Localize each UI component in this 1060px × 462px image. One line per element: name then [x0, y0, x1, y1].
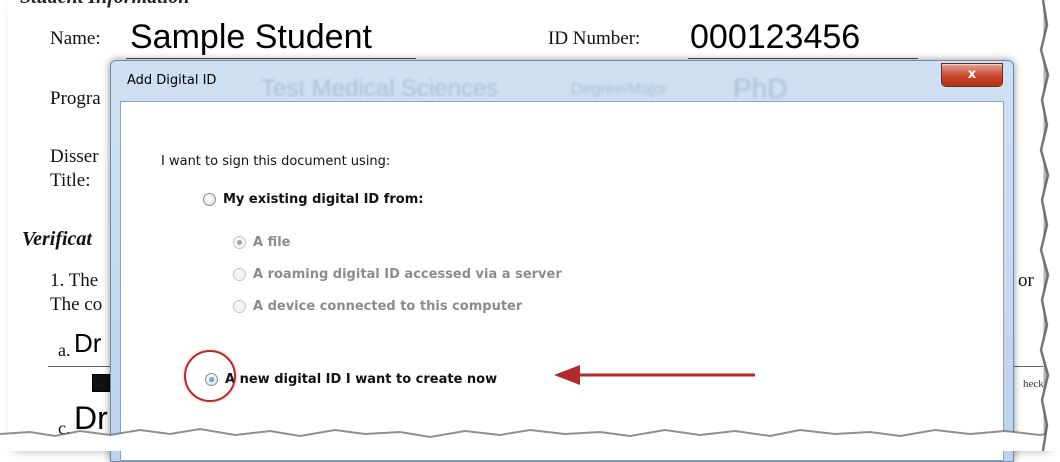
- option-roaming[interactable]: A roaming digital ID accessed via a serv…: [233, 267, 562, 282]
- checkbox-square: [92, 374, 110, 392]
- sign-prompt: I want to sign this document using:: [161, 154, 391, 169]
- annotation-arrow: [554, 365, 755, 385]
- id-number-value: 000123456: [690, 18, 861, 56]
- ghost-degree-label: Degree/Major: [571, 81, 668, 98]
- item1-line2: The co: [50, 294, 103, 315]
- option-device-label: A device connected to this computer: [253, 299, 523, 314]
- name-label: Name:: [50, 28, 101, 49]
- name-underline: [126, 58, 416, 59]
- option-file-label: A file: [253, 235, 291, 250]
- option-roaming-label: A roaming digital ID accessed via a serv…: [253, 267, 562, 282]
- name-value: Sample Student: [130, 18, 372, 56]
- close-button[interactable]: x: [941, 63, 1003, 87]
- radio-device[interactable]: [233, 300, 246, 313]
- item1-right-fragment: or: [1018, 270, 1034, 291]
- line-a-value: Dr: [74, 328, 102, 358]
- item1-line1: 1. The: [50, 270, 99, 291]
- option-existing-id-label: My existing digital ID from:: [223, 192, 424, 207]
- line-a-label: a.: [58, 340, 71, 360]
- dissertation-label: Disser: [50, 146, 99, 167]
- line-c-value: Dr: [74, 400, 108, 436]
- option-new-id[interactable]: A new digital ID I want to create now: [205, 372, 497, 387]
- program-label: Progra: [50, 88, 101, 109]
- line-c-label: c.: [58, 418, 71, 438]
- id-number-label: ID Number:: [548, 28, 641, 49]
- option-device[interactable]: A device connected to this computer: [233, 299, 522, 314]
- section-header: Student Information: [20, 0, 190, 9]
- add-digital-id-dialog: Add Digital ID Test Medical Sciences Deg…: [110, 60, 1014, 462]
- ghost-program-text: Test Medical Sciences: [261, 75, 499, 102]
- dialog-title: Add Digital ID: [127, 73, 217, 88]
- radio-existing-id[interactable]: [203, 193, 216, 206]
- option-file[interactable]: A file: [233, 235, 291, 250]
- right-check-fragment: heck: [1023, 378, 1044, 390]
- highlight-circle: [184, 350, 236, 402]
- option-new-id-label: A new digital ID I want to create now: [225, 372, 498, 387]
- radio-file[interactable]: [233, 236, 246, 249]
- option-existing-id[interactable]: My existing digital ID from:: [203, 192, 423, 207]
- verification-heading: Verificat: [22, 228, 92, 250]
- id-underline: [688, 58, 918, 59]
- title-label: Title:: [50, 170, 91, 191]
- dialog-body: I want to sign this document using: My e…: [120, 101, 1004, 461]
- radio-roaming[interactable]: [233, 268, 246, 281]
